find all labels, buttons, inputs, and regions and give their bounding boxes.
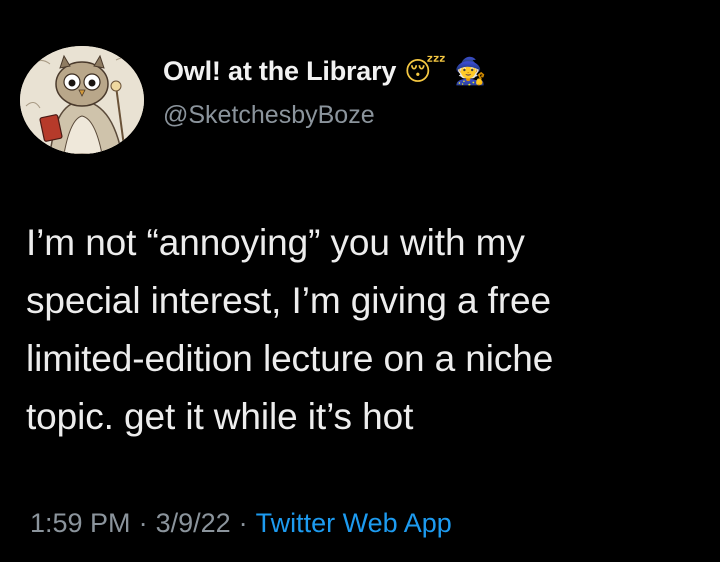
tweet-source-link[interactable]: Twitter Web App bbox=[256, 508, 452, 539]
meta-separator: · bbox=[138, 508, 148, 538]
tweet-text-line: I’m not “annoying” you with my bbox=[26, 222, 525, 263]
owl-avatar-icon bbox=[20, 46, 144, 154]
tweet-text-line: special interest, I’m giving a free bbox=[26, 280, 552, 321]
tweet-text-line: topic. get it while it’s hot bbox=[26, 396, 414, 437]
mage-icon: 🧙 bbox=[453, 56, 487, 87]
display-name[interactable]: Owl! at the Library bbox=[163, 56, 396, 87]
tweet-text-line: limited-edition lecture on a niche bbox=[26, 338, 554, 379]
tweet-date[interactable]: 3/9/22 bbox=[156, 508, 231, 539]
tweet-time[interactable]: 1:59 PM bbox=[30, 508, 131, 539]
tweet-text: I’m not “annoying” you with my special i… bbox=[26, 214, 712, 446]
author-handle[interactable]: @SketchesbyBoze bbox=[163, 101, 375, 130]
tweet-card: Owl! at the Library 😴 🧙 @SketchesbyBoze … bbox=[0, 0, 720, 562]
sleeping-face-icon: 😴 bbox=[404, 56, 446, 87]
meta-separator: · bbox=[238, 508, 248, 538]
author-name-row[interactable]: Owl! at the Library 😴 🧙 bbox=[163, 56, 486, 87]
tweet-metadata: 1:59 PM · 3/9/22 · Twitter Web App bbox=[30, 508, 452, 539]
avatar[interactable] bbox=[20, 46, 144, 154]
